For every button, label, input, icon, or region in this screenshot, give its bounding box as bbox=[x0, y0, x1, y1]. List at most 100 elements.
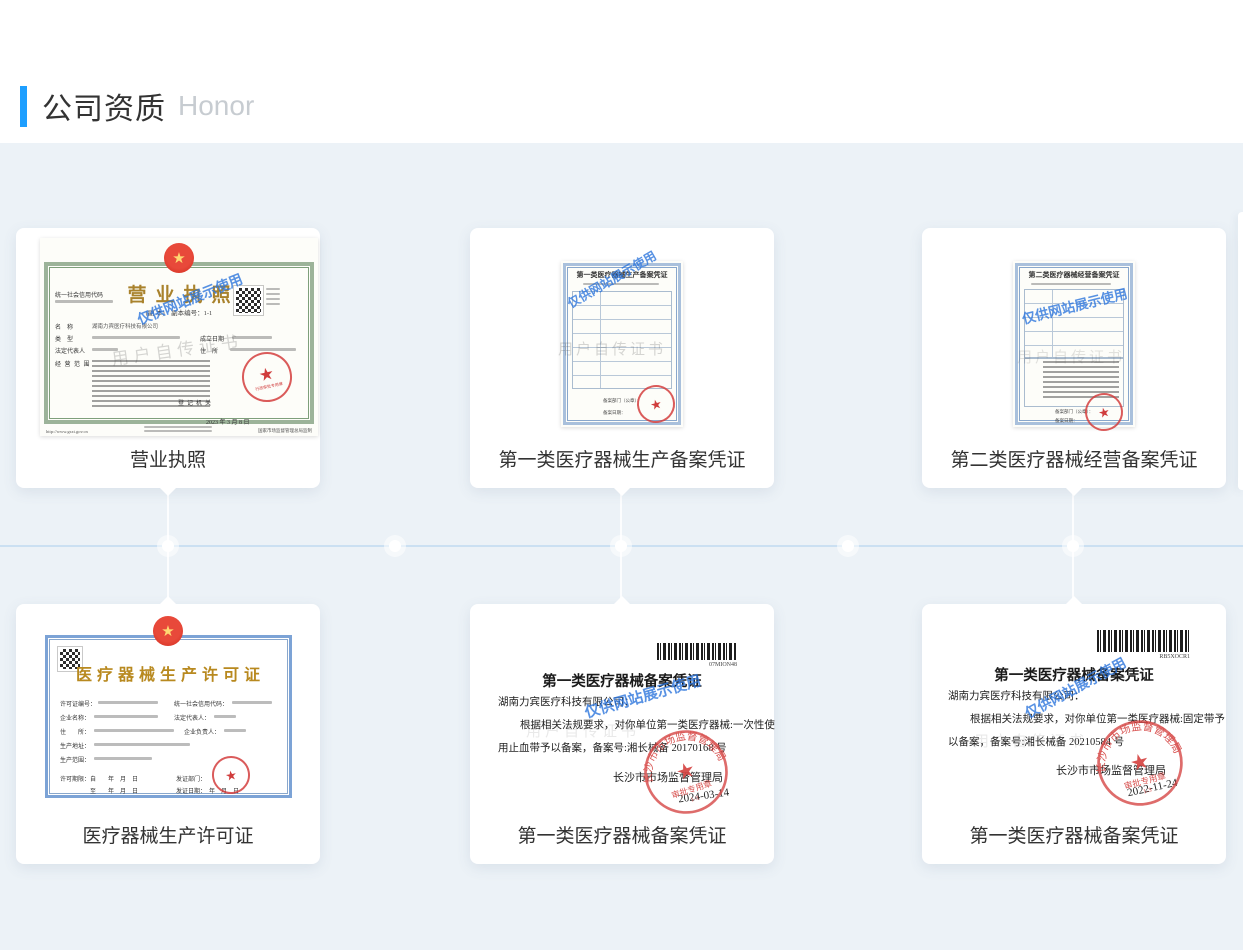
prod-addr-value bbox=[94, 743, 190, 746]
seal-star-icon: ★ bbox=[1097, 404, 1111, 419]
seal-number: 1-3 bbox=[1143, 787, 1153, 796]
certificate-title: 第一类医疗器械生产备案凭证 bbox=[561, 270, 683, 280]
barcode-label: 07MION48 bbox=[657, 662, 737, 668]
qr-side-text bbox=[266, 298, 280, 300]
document-line2: 根据相关法规要求，对你单位第一类医疗器械:一次性使 bbox=[520, 717, 775, 732]
footer-url: http://www.gsxt.gov.cn bbox=[46, 429, 88, 434]
license-no-value bbox=[98, 701, 158, 704]
timeline-node bbox=[162, 540, 174, 552]
seal-star-icon: ★ bbox=[673, 757, 698, 786]
qr-side-text bbox=[266, 303, 280, 305]
national-emblem-icon: ★ bbox=[153, 616, 183, 646]
timeline-node bbox=[842, 540, 854, 552]
manager-label: 企业负责人： bbox=[184, 727, 220, 736]
certificate-table bbox=[1024, 289, 1124, 359]
company-label: 企业名称： bbox=[60, 713, 90, 722]
document-title: 第一类医疗器械备案凭证 bbox=[922, 664, 1226, 685]
legal-value bbox=[214, 715, 236, 718]
card-caption: 营业执照 bbox=[16, 445, 320, 472]
scope-label: 经 营 范 围 bbox=[55, 359, 91, 368]
registrar-label: 登记机关 bbox=[178, 398, 214, 407]
record-number-line bbox=[1031, 283, 1111, 285]
certificate-title: 第二类医疗器械经营备案凭证 bbox=[1013, 270, 1135, 280]
founded-value bbox=[232, 336, 272, 339]
card-caption: 第一类医疗器械生产备案凭证 bbox=[470, 445, 774, 472]
qr-side-text bbox=[266, 293, 280, 295]
footer-note bbox=[144, 426, 212, 428]
manager-value bbox=[224, 729, 246, 732]
copy-line: (副 本) 副本编号：1-1 bbox=[40, 307, 318, 317]
addr-value bbox=[230, 348, 296, 351]
addr-label: 住 所 bbox=[200, 346, 218, 355]
accent-bar bbox=[20, 86, 27, 127]
seal-star-icon: ★ bbox=[257, 364, 275, 384]
record-number-line bbox=[583, 283, 659, 285]
next-card-peek bbox=[1238, 212, 1243, 490]
license-no-label: 许可证编号： bbox=[60, 699, 96, 708]
connector-notch bbox=[613, 487, 631, 496]
connector-notch bbox=[159, 487, 177, 496]
founded-label: 成立日期 bbox=[200, 334, 224, 343]
certificate-table bbox=[572, 291, 672, 389]
card-caption: 第一类医疗器械备案凭证 bbox=[922, 821, 1226, 848]
card-class2-operation-record[interactable]: 第二类医疗器械经营备案凭证 备案部门（公章）： 备案日期： ★ 仅供网站展示使用… bbox=[922, 228, 1226, 488]
company-honor-page: 公司资质 Honor ★ 统一社会信用代码 营业执照 (副 本) 副本编号：1-… bbox=[0, 0, 1243, 950]
card-caption: 医疗器械生产许可证 bbox=[16, 821, 320, 848]
section-header: 公司资质 Honor bbox=[20, 84, 254, 128]
footer-note bbox=[144, 430, 212, 432]
business-license-image: ★ 统一社会信用代码 营业执照 (副 本) 副本编号：1-1 名 称 湖南力宾医… bbox=[40, 238, 318, 436]
certificate-image: 第一类医疗器械生产备案凭证 备案部门（公章）： 备案日期： ★ bbox=[561, 261, 683, 427]
document-line1: 湖南力宾医疗科技有限公司： bbox=[948, 688, 1085, 703]
card-class1-record-2024[interactable]: 07MION48 第一类医疗器械备案凭证 湖南力宾医疗科技有限公司： 根据相关法… bbox=[470, 604, 774, 864]
document-title: 第一类医疗器械备案凭证 bbox=[470, 670, 774, 691]
scope-value bbox=[94, 757, 152, 760]
dept-label: 备案部门（公章）： bbox=[603, 398, 641, 404]
type-label: 类 型 bbox=[55, 334, 73, 343]
date-label: 备案日期： bbox=[1055, 418, 1078, 424]
seal-star-icon: ★ bbox=[1127, 748, 1152, 776]
national-emblem-icon: ★ bbox=[164, 243, 194, 273]
period-label: 许可期限：自 年 月 日 bbox=[60, 774, 138, 783]
date-label: 备案日期： bbox=[603, 410, 626, 416]
seal-star-icon: ★ bbox=[649, 396, 663, 411]
timeline-node bbox=[615, 540, 627, 552]
connector-notch bbox=[1065, 596, 1083, 605]
period-line2: 至 年 月 日 bbox=[90, 786, 138, 795]
credit-value bbox=[232, 701, 272, 704]
certificate-image: 第二类医疗器械经营备案凭证 备案部门（公章）： 备案日期： ★ bbox=[1013, 261, 1135, 427]
addr-label: 住 所： bbox=[60, 727, 90, 736]
card-caption: 第一类医疗器械备案凭证 bbox=[470, 821, 774, 848]
seal-number: 1-3 bbox=[690, 795, 700, 803]
connector-notch bbox=[613, 596, 631, 605]
card-production-license[interactable]: ★ 医疗器械生产许可证 许可证编号： 统一社会信用代码： 企业名称： 法定代表人… bbox=[16, 604, 320, 864]
legal-label: 法定代表人 bbox=[55, 346, 85, 355]
name-label: 名 称 bbox=[55, 322, 73, 331]
card-caption: 第二类医疗器械经营备案凭证 bbox=[922, 445, 1226, 472]
qr-side-text bbox=[266, 288, 280, 290]
scope-label: 生产范围： bbox=[60, 755, 90, 764]
legal-label: 法定代表人： bbox=[174, 713, 210, 722]
barcode-icon bbox=[657, 643, 737, 660]
red-seal-icon: 长沙市市场监督管理局 ★ 审批专用章 1-3 bbox=[631, 717, 742, 828]
card-business-license[interactable]: ★ 统一社会信用代码 营业执照 (副 本) 副本编号：1-1 名 称 湖南力宾医… bbox=[16, 228, 320, 488]
barcode-label: RB5XOCR1 bbox=[1097, 654, 1190, 660]
license-title: 医疗器械生产许可证 bbox=[16, 661, 320, 685]
credit-label: 统一社会信用代码： bbox=[174, 699, 228, 708]
issue-dept-label: 发证部门： bbox=[176, 774, 206, 783]
issue-date: 2023 年 3 月 8 日 bbox=[206, 417, 250, 426]
document-line1: 湖南力宾医疗科技有限公司： bbox=[498, 694, 635, 709]
addr-value bbox=[94, 729, 174, 732]
seal-star-icon: ★ bbox=[224, 768, 238, 783]
qr-code-icon bbox=[234, 286, 263, 315]
document-line2: 根据相关法规要求，对你单位第一类医疗器械:固定带予 bbox=[970, 711, 1225, 726]
legal-value bbox=[92, 348, 118, 351]
timeline-node bbox=[389, 540, 401, 552]
connector-notch bbox=[1065, 487, 1083, 496]
card-class1-record-2022[interactable]: RB5XOCR1 第一类医疗器械备案凭证 湖南力宾医疗科技有限公司： 根据相关法… bbox=[922, 604, 1226, 864]
card-class1-production-record[interactable]: 第一类医疗器械生产备案凭证 备案部门（公章）： 备案日期： ★ 仅供网站展示使用… bbox=[470, 228, 774, 488]
prod-addr-label: 生产地址： bbox=[60, 741, 90, 750]
timeline-node bbox=[1067, 540, 1079, 552]
page-subtitle: Honor bbox=[178, 90, 254, 122]
name-value: 湖南力宾医疗科技有限公司 bbox=[92, 322, 158, 330]
seal-bottom-text: 行政审批专用章 bbox=[255, 381, 283, 391]
